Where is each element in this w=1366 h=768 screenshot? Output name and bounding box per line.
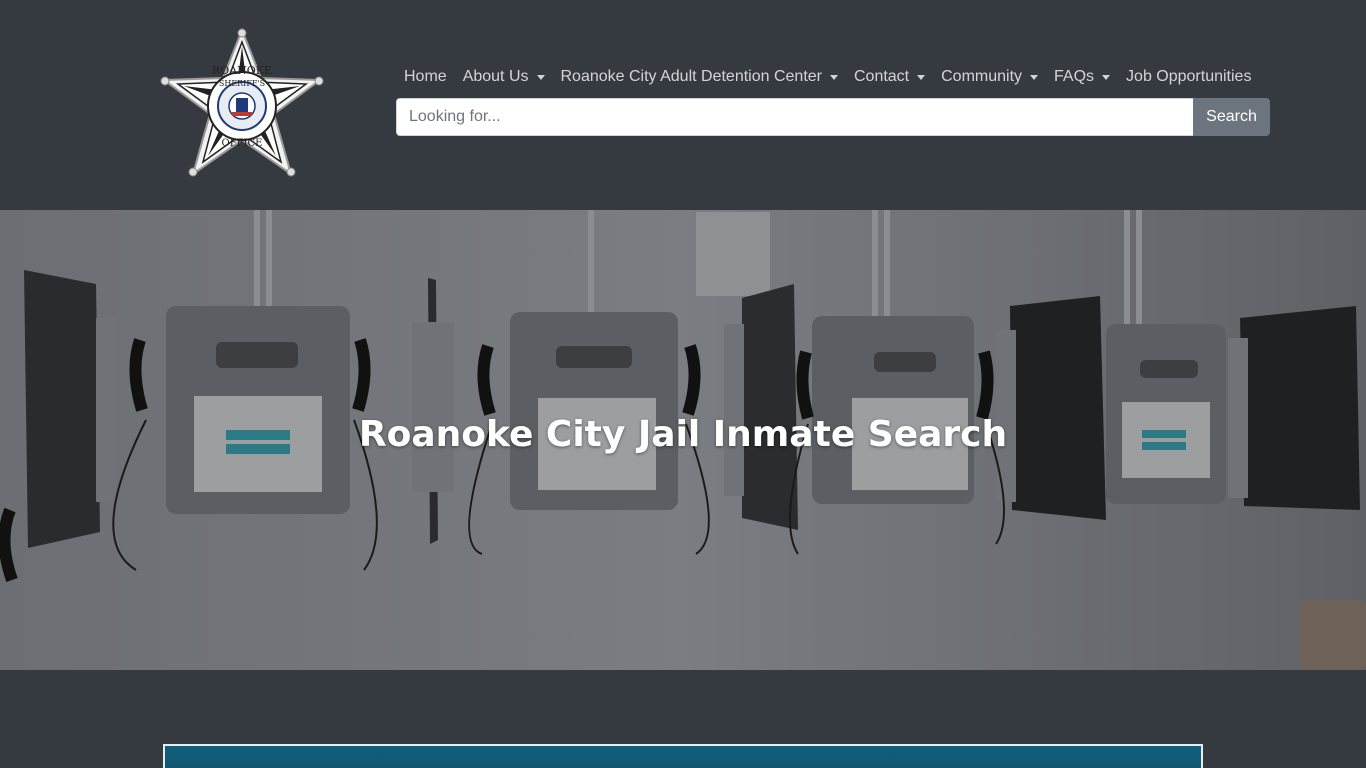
svg-text:ROANOKE: ROANOKE — [212, 64, 272, 77]
page-title: Roanoke City Jail Inmate Search — [358, 414, 1008, 455]
chevron-down-icon — [1030, 75, 1039, 80]
svg-text:OFFICE: OFFICE — [222, 138, 263, 149]
nav-contact[interactable]: Contact — [846, 64, 933, 90]
nav-job-opportunities-label: Job Opportunities — [1126, 68, 1252, 85]
chevron-down-icon — [536, 75, 545, 80]
nav-detention-center-label: Roanoke City Adult Detention Center — [560, 68, 822, 85]
chevron-down-icon — [1102, 75, 1111, 80]
hero-banner: Roanoke City Jail Inmate Search — [0, 210, 1366, 670]
nav-about-us-label: About Us — [462, 68, 529, 85]
site-search-form: Search — [396, 98, 1270, 136]
nav-community-label: Community — [941, 68, 1023, 85]
nav-detention-center[interactable]: Roanoke City Adult Detention Center — [553, 64, 846, 90]
nav-faqs[interactable]: FAQs — [1046, 64, 1118, 90]
nav-contact-label: Contact — [853, 68, 910, 85]
content-panel — [163, 744, 1203, 768]
nav-home-label: Home — [404, 68, 447, 85]
main-nav: Home About Us Roanoke City Adult Detenti… — [396, 64, 1259, 90]
nav-about-us[interactable]: About Us — [455, 64, 553, 90]
sheriff-badge-logo[interactable]: ROANOKE SHERIFF'S OFFICE — [160, 27, 324, 178]
search-input[interactable] — [396, 98, 1193, 136]
site-header: ROANOKE SHERIFF'S OFFICE Home About Us R… — [0, 0, 1366, 210]
chevron-down-icon — [829, 75, 838, 80]
search-button[interactable]: Search — [1193, 98, 1270, 136]
nav-community[interactable]: Community — [933, 64, 1046, 90]
nav-home[interactable]: Home — [396, 64, 455, 90]
nav-job-opportunities[interactable]: Job Opportunities — [1118, 64, 1259, 90]
nav-faqs-label: FAQs — [1054, 68, 1095, 85]
chevron-down-icon — [917, 75, 926, 80]
svg-text:SHERIFF'S: SHERIFF'S — [219, 79, 265, 88]
